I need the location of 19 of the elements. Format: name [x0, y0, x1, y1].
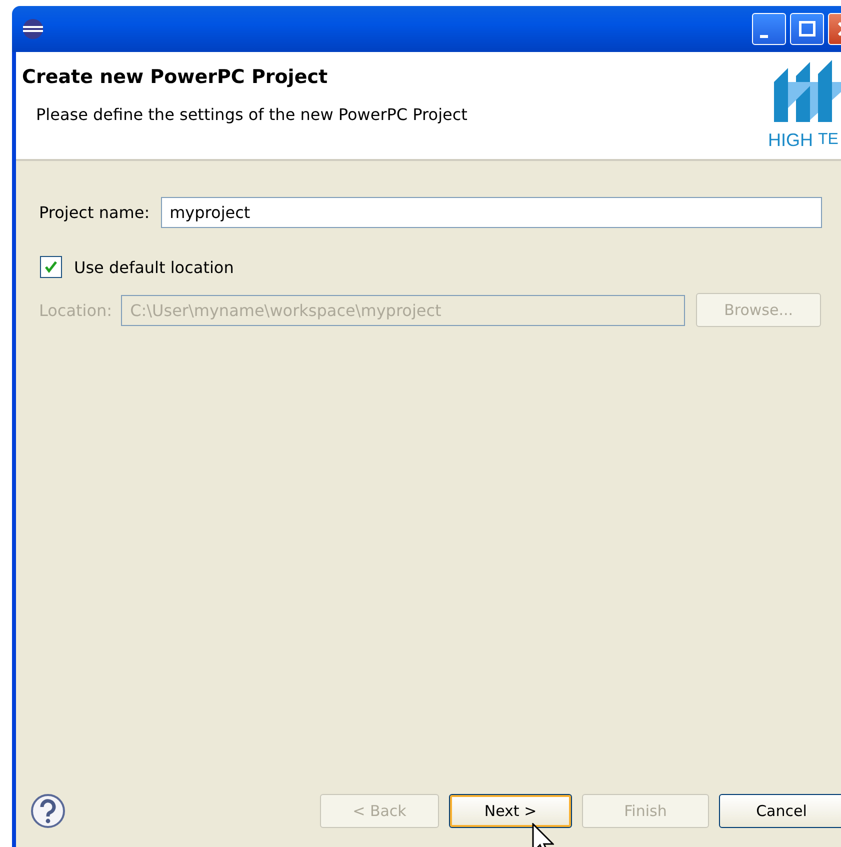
help-icon[interactable] [30, 793, 66, 829]
minimize-icon [760, 34, 768, 38]
logo-text: HIGH [768, 130, 813, 151]
logo-icon [774, 60, 841, 122]
maximize-icon [798, 21, 816, 37]
field-label: Location: [39, 300, 112, 320]
app-icon [22, 18, 44, 40]
maximize-button[interactable] [790, 13, 824, 45]
page-title: Create new PowerPC Project [22, 66, 329, 88]
project-name-field[interactable]: myproject [160, 197, 822, 228]
page-description: Please define the settings of the new PowerPC Project [36, 105, 468, 124]
next-button[interactable]: Next > [449, 794, 572, 828]
checkmark-icon [44, 260, 58, 274]
minimize-button[interactable] [752, 13, 786, 45]
logo-text: TE [818, 131, 838, 149]
checkbox[interactable] [40, 256, 62, 278]
checkbox-label: Use default location [74, 258, 234, 276]
cancel-button[interactable]: Cancel [719, 794, 841, 828]
field-label: Project name: [39, 203, 150, 222]
